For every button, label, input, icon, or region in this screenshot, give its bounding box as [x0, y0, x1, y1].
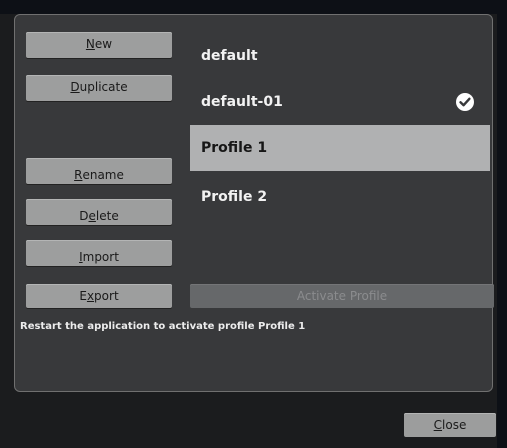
activate-profile-button[interactable]: Activate Profile [190, 284, 494, 308]
profile-name: default-01 [201, 94, 283, 110]
import-button[interactable]: Import [26, 240, 172, 266]
export-button[interactable]: Ex port [26, 284, 172, 308]
profile-item-default[interactable]: default [190, 33, 490, 79]
duplicate-button[interactable]: Duplicate [26, 75, 172, 101]
profile-name: default [201, 48, 258, 64]
check-circle-icon [456, 93, 474, 111]
profile-name: Profile 2 [201, 189, 268, 205]
profile-item-default-01[interactable]: default-01 [190, 79, 490, 125]
rename-button[interactable]: Rename [26, 158, 172, 184]
profile-item-profile-2[interactable]: Profile 2 [190, 174, 490, 220]
window-right-strip [497, 0, 507, 448]
close-button[interactable]: Close [404, 413, 496, 437]
profile-name: Profile 1 [201, 140, 268, 156]
new-button[interactable]: New [26, 32, 172, 58]
profile-item-profile-1[interactable]: Profile 1 [190, 125, 490, 171]
status-message: Restart the application to activate prof… [20, 321, 306, 332]
delete-button[interactable]: De lete [26, 199, 172, 225]
window-top-strip [0, 0, 507, 14]
